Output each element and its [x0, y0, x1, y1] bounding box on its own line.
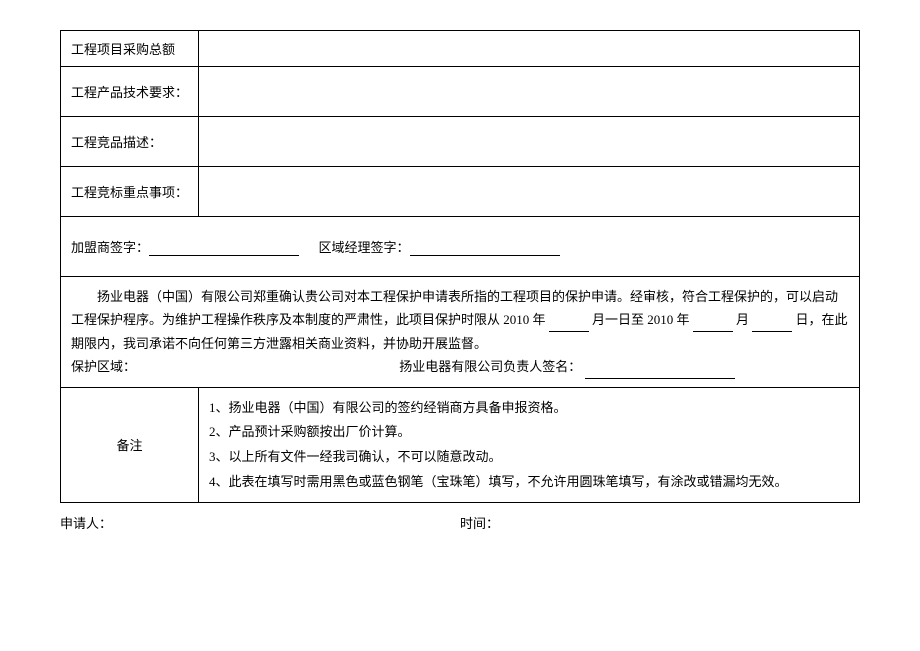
row-desc-value[interactable]: [199, 117, 860, 167]
decl-text-2: 月一日至 2010 年: [592, 312, 690, 327]
row-total-value[interactable]: [199, 31, 860, 67]
region-mgr-sig-line[interactable]: [410, 242, 560, 256]
note-3: 3、以上所有文件一经我司确认，不可以随意改动。: [209, 445, 849, 470]
row-tech-label: 工程产品技术要求：: [61, 67, 199, 117]
row-bid-label: 工程竞标重点事项：: [61, 167, 199, 217]
notes-content: 1、扬业电器（中国）有限公司的签约经销商方具备申报资格。 2、产品预计采购额按出…: [199, 387, 860, 503]
row-desc-label: 工程竞品描述：: [61, 117, 199, 167]
company-sig-label: 扬业电器有限公司负责人签名：: [399, 359, 581, 374]
company-sig-line[interactable]: [585, 365, 735, 379]
protect-region-label: 保护区域：: [71, 359, 136, 374]
row-tech-value[interactable]: [199, 67, 860, 117]
signature-row: 加盟商签字： 区域经理签字：: [61, 217, 860, 277]
month-end-blank[interactable]: [693, 318, 733, 332]
notes-label-cell: 备注: [61, 387, 199, 503]
month-start-blank[interactable]: [549, 318, 589, 332]
protect-region-line: 保护区域： 扬业电器有限公司负责人签名：: [71, 355, 849, 378]
note-1: 1、扬业电器（中国）有限公司的签约经销商方具备申报资格。: [209, 396, 849, 421]
note-2: 2、产品预计采购额按出厂价计算。: [209, 420, 849, 445]
region-mgr-sig-label: 区域经理签字：: [319, 240, 410, 255]
decl-text-3: 月: [736, 312, 749, 327]
row-total-label: 工程项目采购总额: [61, 31, 199, 67]
declaration-cell: 扬业电器（中国）有限公司郑重确认贵公司对本工程保护申请表所指的工程项目的保护申请…: [61, 277, 860, 388]
application-form-table: 工程项目采购总额 工程产品技术要求： 工程竞品描述： 工程竞标重点事项： 加盟商…: [60, 30, 860, 503]
declaration-paragraph: 扬业电器（中国）有限公司郑重确认贵公司对本工程保护申请表所指的工程项目的保护申请…: [71, 285, 849, 355]
row-bid-value[interactable]: [199, 167, 860, 217]
footer-time: 时间：: [460, 513, 860, 532]
footer-applicant: 申请人：: [60, 513, 460, 532]
footer: 申请人： 时间：: [60, 513, 860, 532]
day-end-blank[interactable]: [752, 318, 792, 332]
franchisee-sig-label: 加盟商签字：: [71, 240, 149, 255]
franchisee-sig-line[interactable]: [149, 242, 299, 256]
note-4: 4、此表在填写时需用黑色或蓝色钢笔（宝珠笔）填写，不允许用圆珠笔填写，有涂改或错…: [209, 470, 849, 495]
